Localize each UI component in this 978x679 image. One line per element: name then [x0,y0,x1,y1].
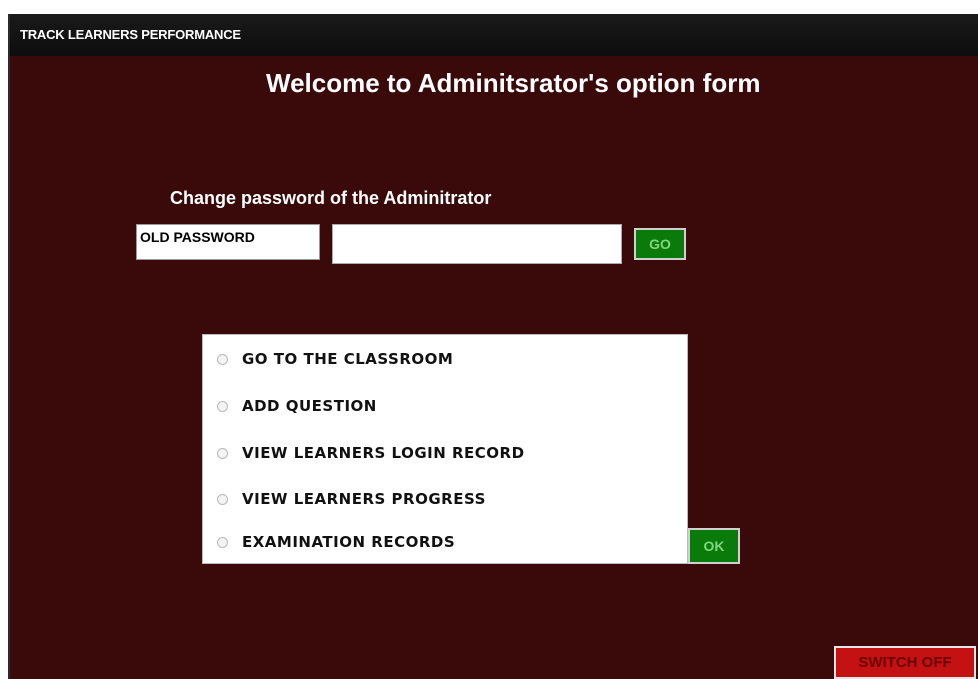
option-label: GO TO THE CLASSROOM [242,350,454,368]
option-label: VIEW LEARNERS PROGRESS [242,490,486,508]
change-password-label: Change password of the Adminitrator [170,188,492,208]
radio-button[interactable] [217,493,228,505]
radio-button[interactable] [217,400,228,412]
option-go-to-classroom[interactable]: GO TO THE CLASSROOM [217,350,453,368]
option-label: ADD QUESTION [242,397,377,415]
page-title: Welcome to Adminitsrator's option form [266,68,761,98]
go-button[interactable]: GO [634,228,686,260]
option-add-question[interactable]: ADD QUESTION [217,397,377,415]
ok-button[interactable]: OK [688,528,740,564]
old-password-input[interactable] [332,224,622,264]
title-bar: TRACK LEARNERS PERFORMANCE [10,14,978,56]
option-view-login-record[interactable]: VIEW LEARNERS LOGIN RECORD [217,444,525,462]
options-panel: GO TO THE CLASSROOM ADD QUESTION VIEW LE… [202,334,688,564]
switch-off-button[interactable]: SWITCH OFF [834,646,976,679]
option-examination-records[interactable]: EXAMINATION RECORDS [217,533,455,551]
radio-button[interactable] [217,447,228,459]
option-label: EXAMINATION RECORDS [242,533,456,551]
option-view-progress[interactable]: VIEW LEARNERS PROGRESS [217,490,486,508]
old-password-label: OLD PASSWORD [136,224,320,260]
radio-button[interactable] [217,536,228,548]
option-label: VIEW LEARNERS LOGIN RECORD [242,444,525,462]
admin-option-window: TRACK LEARNERS PERFORMANCE Welcome to Ad… [8,14,978,679]
radio-button[interactable] [217,353,228,365]
window-title: TRACK LEARNERS PERFORMANCE [20,27,241,42]
